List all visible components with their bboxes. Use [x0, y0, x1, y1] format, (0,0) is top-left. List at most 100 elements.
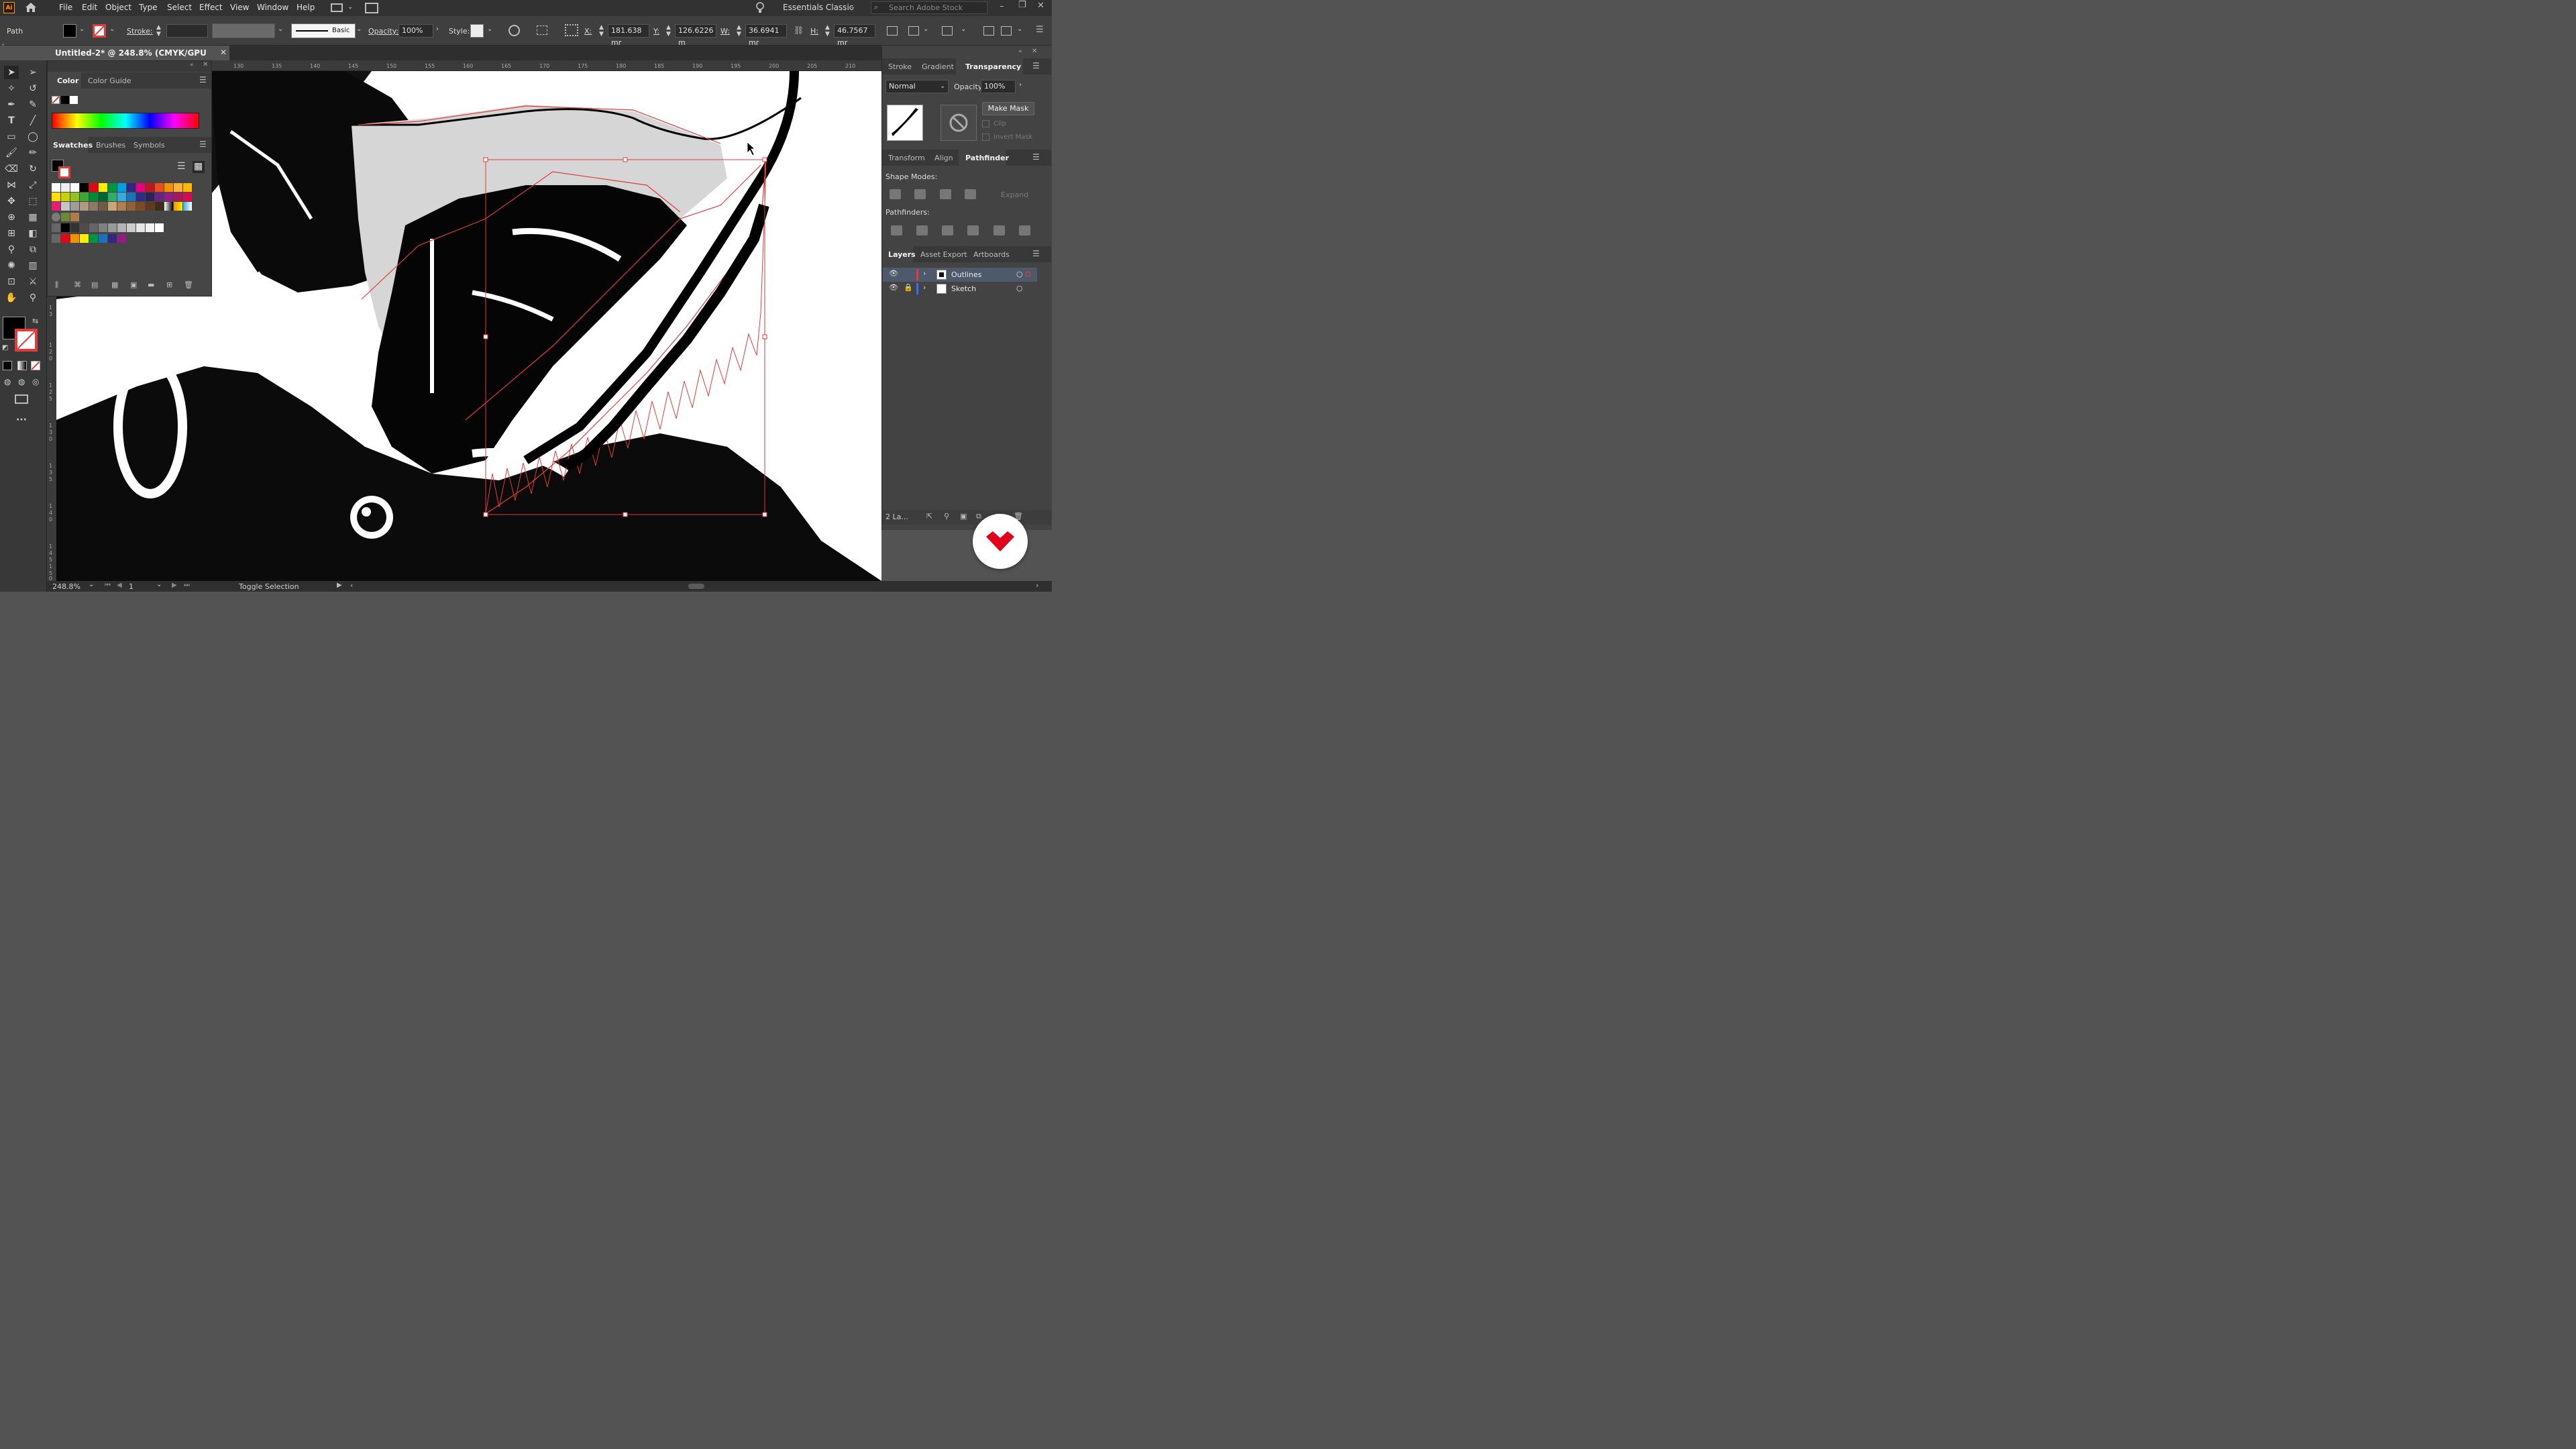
- direct-selection-tool-icon[interactable]: ➢: [25, 66, 40, 79]
- swatch[interactable]: [52, 193, 60, 201]
- outline-icon[interactable]: [994, 225, 1005, 235]
- rotate-tool-icon[interactable]: ↻: [25, 162, 40, 176]
- divide-icon[interactable]: [891, 225, 902, 235]
- close-panel-icon[interactable]: ✕: [1032, 48, 1037, 55]
- swatch[interactable]: [80, 202, 89, 211]
- chevron-down-icon[interactable]: ⌄: [487, 25, 492, 33]
- swatch[interactable]: [108, 193, 117, 201]
- recolor-artwork-icon[interactable]: [508, 25, 520, 36]
- swatch[interactable]: [70, 183, 79, 192]
- swatch[interactable]: [174, 202, 182, 211]
- target-icon[interactable]: ○: [1016, 284, 1023, 292]
- edit-color-group-icon[interactable]: ▣: [130, 280, 137, 289]
- swatch[interactable]: [61, 202, 70, 211]
- swatch[interactable]: [183, 183, 192, 192]
- isolate-icon[interactable]: [908, 26, 919, 36]
- tab-transform[interactable]: Transform: [888, 154, 925, 162]
- panel-menu-icon[interactable]: ☰: [199, 140, 207, 149]
- stroke-color-box[interactable]: [15, 329, 38, 352]
- rectangle-tool-icon[interactable]: ▭: [4, 130, 19, 144]
- swatch[interactable]: [127, 202, 136, 211]
- chevron-down-icon[interactable]: ⌄: [923, 25, 928, 33]
- swatch[interactable]: [155, 202, 164, 211]
- ellipse-tool-icon[interactable]: ◯: [25, 130, 40, 144]
- transparency-opacity-field[interactable]: 100%: [981, 80, 1016, 93]
- swatch[interactable]: [89, 193, 98, 201]
- chevron-down-icon[interactable]: ⌄: [278, 25, 283, 33]
- expand-layer-icon[interactable]: ›: [923, 283, 926, 292]
- swatch[interactable]: [155, 193, 164, 201]
- tab-symbols[interactable]: Symbols: [133, 141, 165, 150]
- next-artboard-icon[interactable]: ▶: [172, 582, 177, 589]
- trim-icon[interactable]: [916, 225, 928, 235]
- crop-icon[interactable]: [967, 225, 979, 235]
- expand-button[interactable]: Expand: [1001, 191, 1028, 199]
- close-document-icon[interactable]: ✕: [220, 48, 227, 57]
- envelope-distort-icon[interactable]: [942, 26, 953, 36]
- new-swatch-icon[interactable]: ⊞: [166, 280, 172, 289]
- transform-icon[interactable]: [887, 26, 898, 36]
- make-clipping-mask-icon[interactable]: ▣: [960, 512, 967, 521]
- menu-help[interactable]: Help: [297, 3, 315, 12]
- width-tool-icon[interactable]: ⋈: [4, 178, 19, 192]
- color-group-icon[interactable]: ▦: [111, 280, 118, 289]
- lasso-tool-icon[interactable]: ↺: [25, 82, 40, 95]
- puppet-warp-tool-icon[interactable]: ✥: [4, 195, 19, 208]
- document-tab[interactable]: Untitled-2* @ 248.8% (CMYK/GPU Preview): [47, 46, 229, 72]
- magic-wand-tool-icon[interactable]: ✧: [4, 82, 19, 95]
- tab-pathfinder[interactable]: Pathfinder: [959, 150, 1009, 166]
- free-transform-tool-icon[interactable]: ⬚: [25, 195, 40, 208]
- merge-icon[interactable]: [942, 225, 953, 235]
- swatch[interactable]: [52, 202, 60, 211]
- swatch[interactable]: [108, 234, 117, 243]
- trash-icon[interactable]: 🗑: [184, 280, 193, 289]
- constrain-proportions-icon[interactable]: ⛓: [794, 25, 804, 35]
- panel-menu-icon[interactable]: ☰: [1032, 152, 1040, 162]
- distribute-icon[interactable]: [1001, 26, 1012, 36]
- stroke-color-swatch[interactable]: [93, 24, 106, 38]
- color-spectrum[interactable]: [52, 113, 199, 129]
- swatch[interactable]: [117, 234, 126, 243]
- swatch[interactable]: [146, 202, 154, 211]
- visibility-eye-icon[interactable]: 👁: [889, 283, 898, 292]
- artboard-tool-icon[interactable]: ⊡: [4, 275, 19, 288]
- tab-layers[interactable]: Layers: [882, 246, 916, 262]
- swatch[interactable]: [52, 223, 60, 232]
- stroke-weight-field[interactable]: [166, 24, 208, 38]
- swatch[interactable]: [70, 213, 79, 221]
- swatch[interactable]: [61, 223, 70, 232]
- home-icon[interactable]: [24, 1, 39, 15]
- menu-view[interactable]: View: [230, 3, 249, 12]
- arrange-documents-icon[interactable]: [331, 3, 343, 12]
- swatch[interactable]: [80, 223, 89, 232]
- tab-artboards[interactable]: Artboards: [973, 250, 1010, 259]
- gradient-tool-icon[interactable]: ◧: [25, 227, 40, 240]
- draw-behind-icon[interactable]: ◍: [18, 377, 25, 386]
- menu-select[interactable]: Select: [167, 3, 192, 12]
- locate-object-icon[interactable]: ⚲: [944, 512, 949, 521]
- layer-row-sketch[interactable]: 👁 🔒 › Sketch ○: [883, 282, 1037, 296]
- tab-color[interactable]: Color: [48, 72, 81, 89]
- collapse-panel-icon[interactable]: «: [1018, 48, 1022, 55]
- swatches-stroke-indicator[interactable]: [58, 166, 70, 178]
- collapse-panel-icon[interactable]: «: [190, 62, 194, 68]
- new-color-group-icon[interactable]: ▬: [148, 280, 154, 289]
- menu-type[interactable]: Type: [139, 3, 158, 12]
- hand-tool-icon[interactable]: ✋: [4, 291, 19, 305]
- draw-inside-icon[interactable]: ◎: [32, 377, 39, 386]
- pencil-tool-icon[interactable]: ✏: [25, 146, 40, 160]
- opacity-field[interactable]: 100%: [398, 24, 433, 38]
- make-mask-button[interactable]: Make Mask: [982, 102, 1034, 115]
- menu-effect[interactable]: Effect: [199, 3, 223, 12]
- fill-color-swatch[interactable]: [63, 24, 76, 38]
- chevron-down-icon[interactable]: ⌄: [961, 25, 966, 33]
- swatch[interactable]: [61, 213, 70, 221]
- collapse-toolbar-icon[interactable]: «: [1, 42, 5, 48]
- stock-search-field[interactable]: ⌕ Search Adobe Stock: [871, 1, 987, 14]
- panel-menu-icon[interactable]: ☰: [1036, 25, 1044, 35]
- swatch[interactable]: [136, 202, 145, 211]
- swatch[interactable]: [52, 213, 60, 221]
- chevron-right-icon[interactable]: ›: [436, 25, 439, 33]
- x-coordinate-field[interactable]: 181.638 mr: [608, 24, 649, 47]
- list-view-icon[interactable]: ☰: [177, 161, 186, 172]
